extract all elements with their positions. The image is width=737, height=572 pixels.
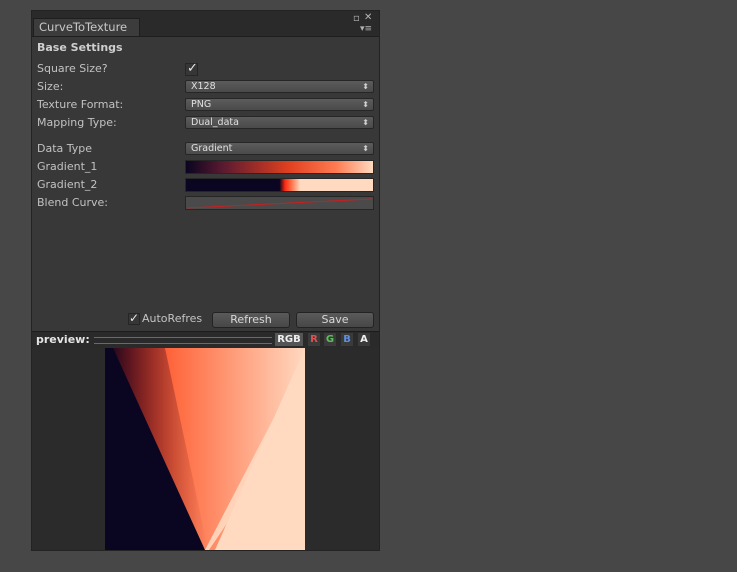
gradient-1-label: Gradient_1 xyxy=(37,160,98,173)
data-type-value: Gradient xyxy=(191,143,233,154)
checkmark-icon: ✓ xyxy=(187,61,198,76)
data-type-dropdown[interactable]: Gradient ⬍ xyxy=(185,142,374,155)
square-size-checkbox[interactable]: ✓ xyxy=(185,61,198,76)
close-icon[interactable]: ✕ xyxy=(364,13,372,23)
curve-to-texture-window: CurveToTexture ▫ ✕ ▾≡ Base Settings Squa… xyxy=(31,10,380,551)
square-size-label: Square Size? xyxy=(37,62,108,75)
preview-label: preview: xyxy=(36,333,90,346)
gradient-2-label: Gradient_2 xyxy=(37,178,98,191)
window-tab[interactable]: CurveToTexture xyxy=(33,18,140,36)
checkmark-icon: ✓ xyxy=(129,311,140,325)
blend-curve-label: Blend Curve: xyxy=(37,196,108,209)
gradient-1-field[interactable] xyxy=(185,160,374,174)
preview-toolbar: preview: RGB R G B A xyxy=(32,331,379,349)
refresh-button[interactable]: Refresh xyxy=(212,312,290,328)
size-value: X128 xyxy=(191,81,216,92)
mapping-type-dropdown[interactable]: Dual_data ⬍ xyxy=(185,116,374,129)
texture-format-label: Texture Format: xyxy=(37,98,124,111)
save-button[interactable]: Save xyxy=(296,312,374,328)
data-type-label: Data Type xyxy=(37,142,93,155)
autorefresh-checkbox[interactable]: ✓ xyxy=(128,311,140,325)
autorefresh-label: AutoRefres xyxy=(142,312,203,325)
preview-resize-handle[interactable] xyxy=(94,337,272,344)
texture-format-dropdown[interactable]: PNG ⬍ xyxy=(185,98,374,111)
channel-g-button[interactable]: G xyxy=(324,333,336,346)
title-bar: CurveToTexture ▫ ✕ ▾≡ xyxy=(32,11,379,37)
dropdown-arrow-icon: ⬍ xyxy=(362,118,369,127)
texture-format-value: PNG xyxy=(191,99,212,110)
preview-area xyxy=(32,348,379,550)
dropdown-arrow-icon: ⬍ xyxy=(362,82,369,91)
channel-r-button[interactable]: R xyxy=(308,333,320,346)
maximize-icon[interactable]: ▫ xyxy=(353,14,360,24)
mapping-type-value: Dual_data xyxy=(191,117,239,128)
size-label: Size: xyxy=(37,80,64,93)
preview-texture xyxy=(105,348,305,550)
blend-curve-field[interactable] xyxy=(185,196,374,210)
dropdown-arrow-icon: ⬍ xyxy=(362,100,369,109)
mapping-type-label: Mapping Type: xyxy=(37,116,117,129)
size-dropdown[interactable]: X128 ⬍ xyxy=(185,80,374,93)
channel-a-button[interactable]: A xyxy=(358,333,370,346)
dropdown-arrow-icon: ⬍ xyxy=(362,144,369,153)
blend-curve-graph xyxy=(186,198,373,209)
gradient-2-field[interactable] xyxy=(185,178,374,192)
menu-icon[interactable]: ▾≡ xyxy=(360,24,372,34)
channel-rgb-button[interactable]: RGB xyxy=(275,333,303,346)
channel-b-button[interactable]: B xyxy=(341,333,353,346)
base-settings-title: Base Settings xyxy=(37,41,123,54)
